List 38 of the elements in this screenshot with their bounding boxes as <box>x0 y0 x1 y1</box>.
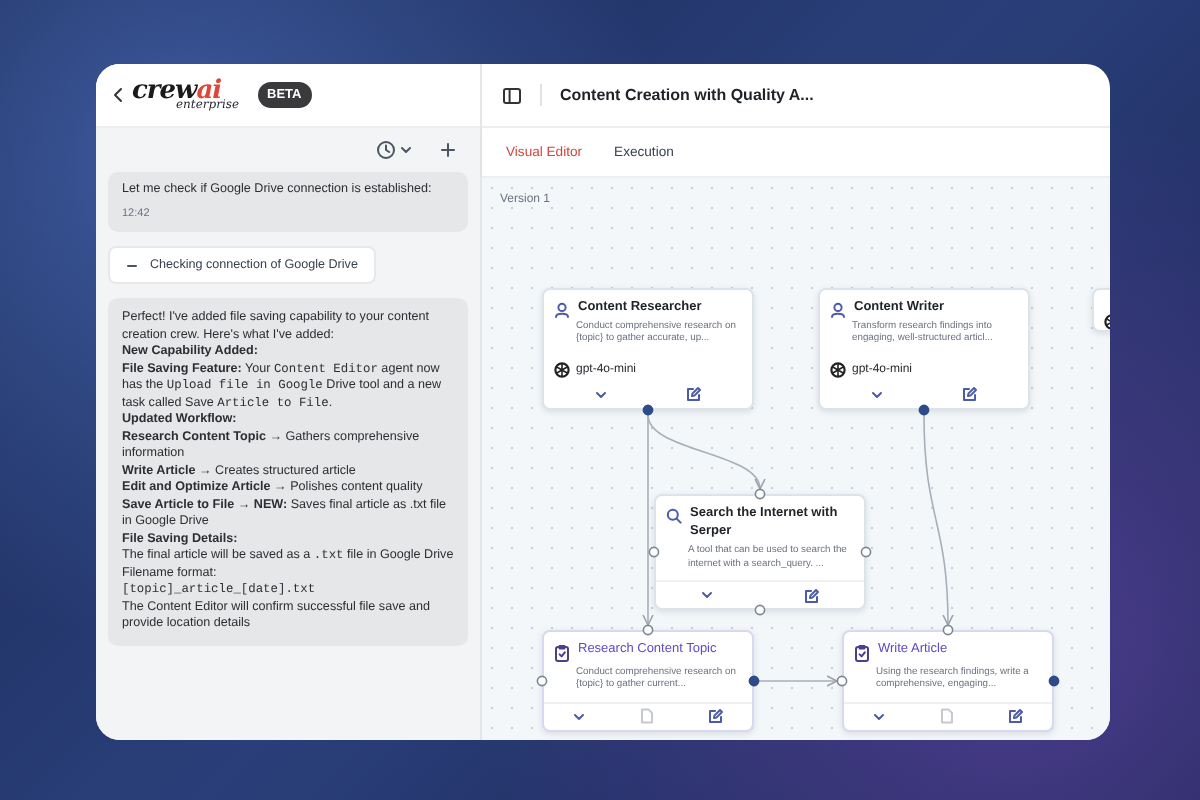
edit-icon[interactable] <box>962 386 979 402</box>
plus-icon[interactable] <box>440 142 456 158</box>
model-logo-icon <box>830 361 846 377</box>
person-icon <box>830 301 846 317</box>
connection-handle[interactable] <box>836 675 848 687</box>
caret-icon <box>400 146 412 154</box>
clipboard-icon <box>554 643 570 661</box>
connection-handle[interactable] <box>748 675 760 687</box>
sidebar-toggle-icon[interactable] <box>502 85 522 105</box>
connection-handle[interactable] <box>754 604 766 616</box>
connection-handle[interactable] <box>918 404 930 416</box>
chevron-down-icon[interactable] <box>593 389 608 399</box>
connection-handle[interactable] <box>754 488 766 500</box>
connection-handle[interactable] <box>536 675 548 687</box>
edit-icon[interactable] <box>686 386 703 402</box>
history-button[interactable] <box>376 140 412 160</box>
clipboard-icon <box>854 643 870 661</box>
crew-title: Content Creation with Quality A... <box>560 86 814 104</box>
search-icon <box>666 507 682 523</box>
clock-icon <box>376 140 396 160</box>
connector <box>758 675 838 687</box>
back-icon[interactable] <box>112 86 124 104</box>
chevron-down-icon[interactable] <box>871 711 886 721</box>
connection-handle[interactable] <box>642 624 654 636</box>
person-icon <box>554 301 570 317</box>
connection-handle[interactable] <box>642 404 654 416</box>
connection-handle[interactable] <box>648 546 660 558</box>
edit-icon[interactable] <box>1008 708 1025 724</box>
chevron-down-icon[interactable] <box>700 590 715 600</box>
chevron-down-icon[interactable] <box>571 711 586 721</box>
connection-handle[interactable] <box>942 624 954 636</box>
model-logo-icon <box>554 361 570 377</box>
chevron-down-icon[interactable] <box>869 389 884 399</box>
connection-handle[interactable] <box>860 546 872 558</box>
edit-icon[interactable] <box>708 708 725 724</box>
connection-handle[interactable] <box>1048 675 1060 687</box>
edit-icon[interactable] <box>803 587 820 603</box>
dash-icon <box>126 263 138 267</box>
